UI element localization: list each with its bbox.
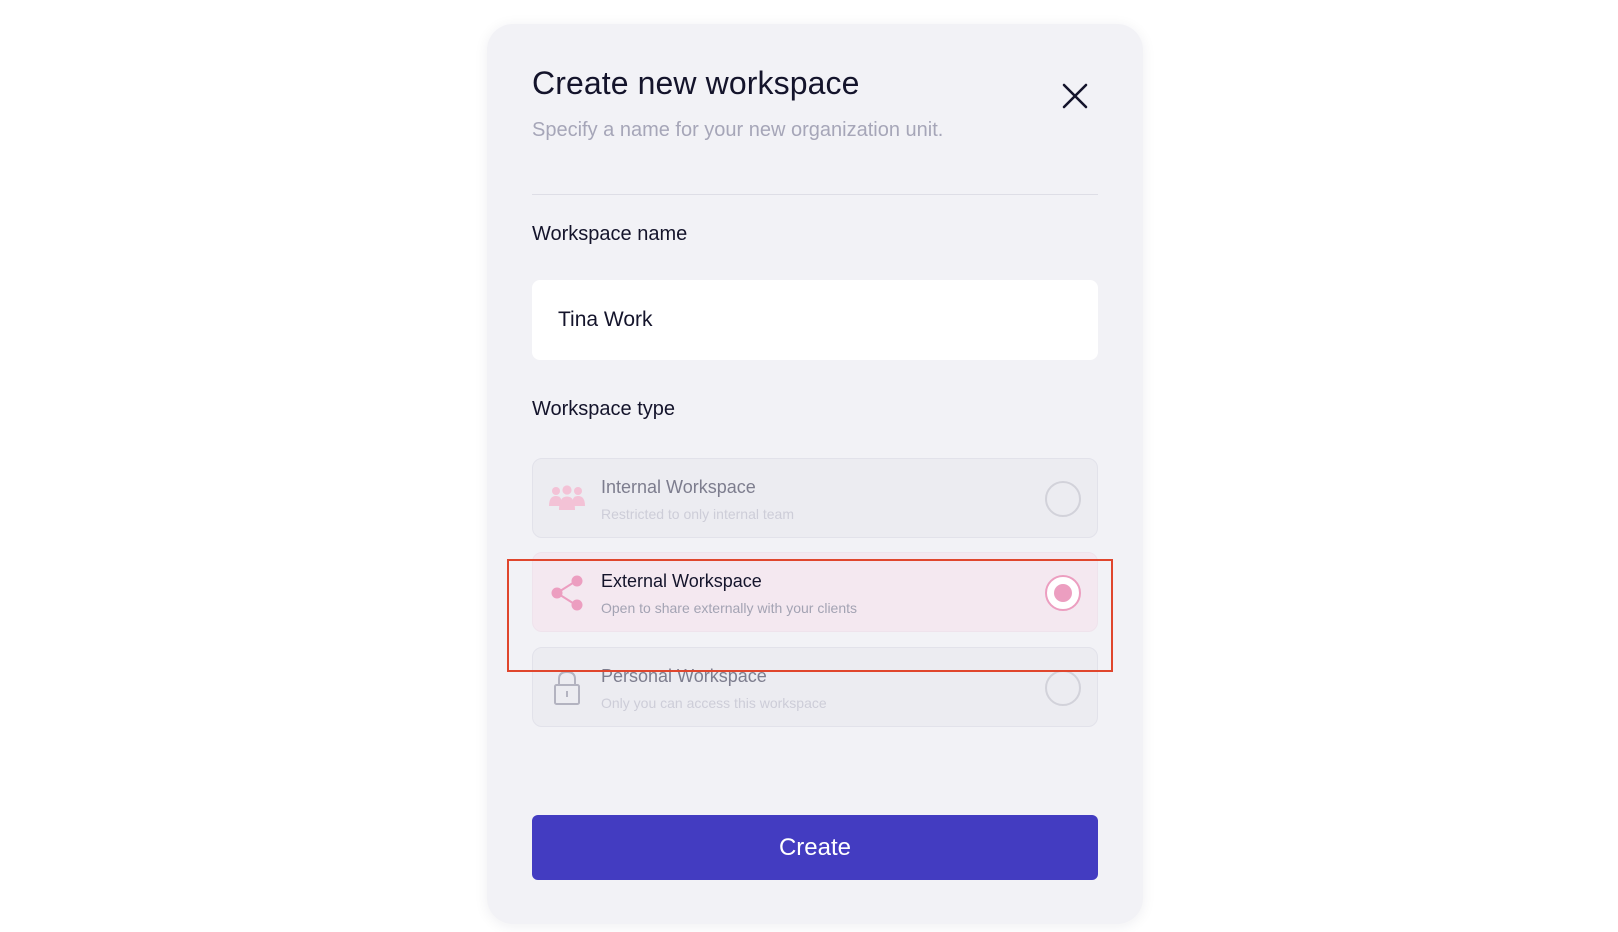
create-workspace-modal: Create new workspace Specify a name for … bbox=[487, 24, 1143, 924]
close-icon bbox=[1062, 83, 1088, 109]
option-title: Internal Workspace bbox=[601, 477, 756, 497]
option-title: Personal Workspace bbox=[601, 666, 767, 686]
radio-personal[interactable] bbox=[1045, 670, 1081, 706]
radio-internal[interactable] bbox=[1045, 481, 1081, 517]
modal-title: Create new workspace bbox=[532, 65, 860, 101]
option-personal-workspace[interactable]: Personal Workspace Only you can access t… bbox=[532, 647, 1098, 727]
lock-icon bbox=[547, 668, 587, 708]
close-button[interactable] bbox=[1055, 76, 1095, 116]
option-description: Restricted to only internal team bbox=[601, 506, 794, 522]
option-internal-workspace[interactable]: Internal Workspace Restricted to only in… bbox=[532, 458, 1098, 538]
team-icon bbox=[547, 479, 587, 519]
header-divider bbox=[532, 194, 1098, 195]
share-icon bbox=[547, 573, 587, 613]
option-description: Open to share externally with your clien… bbox=[601, 600, 858, 616]
option-external-workspace[interactable]: External Workspace Open to share externa… bbox=[532, 552, 1098, 632]
create-button[interactable]: Create bbox=[532, 815, 1098, 880]
workspace-type-label: Workspace type bbox=[532, 398, 676, 420]
radio-external[interactable] bbox=[1045, 575, 1081, 611]
workspace-name-label: Workspace name bbox=[532, 223, 688, 245]
option-description: Only you can access this workspace bbox=[601, 695, 827, 711]
modal-subtitle: Specify a name for your new organization… bbox=[532, 119, 944, 141]
workspace-name-input[interactable] bbox=[532, 280, 1098, 360]
option-title: External Workspace bbox=[601, 571, 762, 591]
